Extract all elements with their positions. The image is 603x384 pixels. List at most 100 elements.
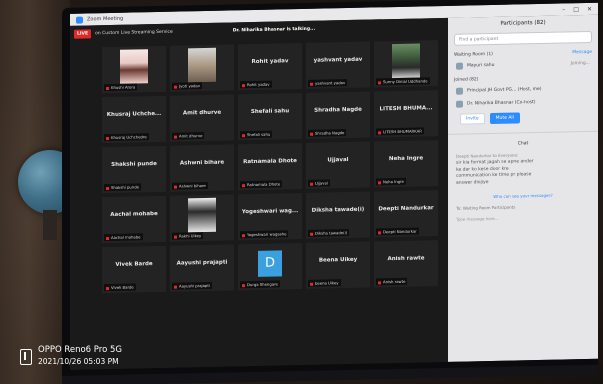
participant-tile-name: LITESH BHUMA...	[379, 105, 433, 113]
minimize-icon[interactable]: –	[562, 6, 565, 13]
participant-caption: Diksha tawade(i)	[308, 228, 350, 237]
participant-initial: D	[258, 250, 282, 277]
participant-tile[interactable]: Khushi Arora	[102, 45, 166, 94]
close-icon[interactable]: ✕	[587, 5, 592, 12]
window-controls[interactable]: – □ ✕	[562, 5, 592, 13]
participant-name: Dr. Niharika Bhasnar (Co-host)	[467, 100, 536, 107]
participant-video	[120, 49, 148, 84]
participant-caption: Khusraj Uchchedre	[104, 133, 149, 142]
chat-input[interactable]: Type message here...	[448, 212, 598, 224]
participant-caption: Yogeshwari wagashe	[240, 230, 289, 239]
invite-button[interactable]: Invite	[460, 113, 485, 125]
participant-tile[interactable]: Yogeshwari wag... Yogeshwari wagashe	[238, 192, 302, 241]
participant-caption: Shradha Nagde	[308, 129, 347, 137]
participant-tile[interactable]: Vivek Barde Vivek Barde	[102, 245, 166, 294]
participant-tile[interactable]: Aayushi prajapti Aayushi prajapti	[170, 244, 234, 292]
participant-tile[interactable]: Anish rawte Anish rawte	[374, 240, 438, 288]
camera-watermark-icon	[20, 349, 32, 365]
participant-tile[interactable]: Sunny Dinial Uddhande	[374, 40, 438, 88]
joined-label: Joined (82)	[454, 77, 479, 83]
participant-tile[interactable]: Beena Uikey beena Uikey	[306, 241, 370, 289]
waiting-participant-status: Joining...	[570, 60, 590, 67]
participant-tile-name: Ujjaval	[327, 156, 349, 164]
avatar	[456, 62, 463, 70]
participant-search[interactable]: Find a participant	[454, 30, 592, 46]
participant-tile-name: Neha Ingre	[388, 155, 424, 163]
participant-caption: Rakhi Uikey	[172, 232, 204, 240]
participant-video	[188, 197, 216, 233]
participant-caption: Ashwni bihare	[172, 181, 208, 190]
live-badge[interactable]: LIVE	[74, 28, 92, 39]
participant-caption: Amit dhurve	[172, 132, 205, 140]
participant-tile[interactable]: Ratnamala Dhote Ratnamala Dhote	[238, 142, 302, 191]
watermark-timestamp: 2021/10/26 05:03 PM	[38, 357, 119, 366]
participant-tile[interactable]: Shradha Nagde Shradha Nagde	[306, 91, 370, 139]
monitor-screen: Zoom Meeting – □ ✕ LIVE on Custom Live Str…	[70, 2, 598, 370]
participant-tile[interactable]: Amit dhurve Amit dhurve	[170, 94, 234, 142]
waiting-room-label: Waiting Room (1)	[454, 51, 493, 58]
avatar	[456, 87, 463, 95]
participant-tile[interactable]: LITESH BHUMA... LITESH BHUMARKAR	[374, 90, 438, 138]
participant-tile[interactable]: Deepti Nandurkar Deepti Nandurkar	[374, 190, 438, 238]
zoom-logo-icon	[76, 16, 83, 24]
participant-tile[interactable]: Diksha tawade(i) Diksha tawade(i)	[306, 191, 370, 239]
participant-caption: yashvant yadav	[308, 79, 348, 87]
participant-caption: Vivek Barde	[104, 283, 136, 292]
participant-tile-name: Amit dhurve	[182, 109, 222, 117]
waiting-participant-name: Mayuri sahu	[467, 62, 495, 69]
stream-service[interactable]: on Custom Live Streaming Service	[95, 29, 173, 36]
participant-tile[interactable]: Shakshi punde Shakshi punde	[102, 145, 166, 194]
participant-tile-name: Diksha tawade(i)	[311, 206, 365, 214]
participant-tile-name: Ratnamala Dhote	[243, 158, 297, 166]
participant-tile[interactable]: Shefali sahu Shefali sahu	[238, 92, 302, 141]
participant-video	[392, 43, 420, 79]
participants-panel: Participants (82) Find a participant Wai…	[448, 14, 598, 362]
participant-caption: Shefali sahu	[240, 130, 273, 139]
participant-tile-name: Ashwni bihare	[179, 159, 225, 167]
participant-caption: Aayushi prajapti	[172, 281, 212, 290]
participant-tile[interactable]: D Durga Shengare	[238, 242, 302, 291]
participant-tile-name: Shefali sahu	[250, 108, 290, 116]
participant-tile[interactable]: Khusraj Uchche... Khusraj Uchchedre	[102, 95, 166, 144]
participant-tile-name: Shradha Nagde	[314, 106, 362, 114]
window-title: Zoom Meeting	[87, 15, 124, 23]
participant-tile-name: Khusraj Uchche...	[106, 110, 162, 119]
talking-indicator: Dr. Niharika Bhasnar is talking...	[232, 26, 316, 33]
participant-caption: Khushi Arora	[104, 83, 138, 92]
participant-tile-name: Vivek Barde	[115, 261, 153, 268]
video-grid: Khushi Arora Jyoti yadav Rohit yadav Rohit …	[102, 40, 440, 294]
participant-tile-name: Anish rawte	[387, 255, 425, 263]
mute-all-button[interactable]: Mute All	[489, 112, 520, 125]
participant-tile[interactable]: Rohit yadav Rohit yadav	[238, 42, 302, 91]
avatar	[456, 100, 463, 108]
participant-tile-name: Shakshi punde	[111, 161, 157, 168]
participant-tile[interactable]: Rakhi Uikey	[170, 194, 234, 242]
participant-name: Principal JH Govt PG... (Host, me)	[467, 86, 542, 94]
participant-caption: Anish rawte	[376, 277, 408, 286]
maximize-icon[interactable]: □	[573, 6, 579, 13]
participant-tile[interactable]: Neha Ingre Neha Ingre	[374, 140, 438, 188]
participant-tile-name: Deepti Nandurkar	[378, 205, 434, 213]
participant-caption: Neha Ingre	[376, 177, 406, 186]
message-button[interactable]: Message	[572, 50, 592, 55]
participant-caption: Shakshi punde	[104, 183, 141, 192]
participant-caption: Deepti Nandurkar	[376, 227, 419, 236]
participant-caption: Ujjaval	[308, 179, 330, 187]
participant-tile[interactable]: Ashwni bihare Ashwni bihare	[170, 144, 234, 192]
participant-caption: Aachal mohabe	[104, 233, 143, 242]
participant-caption: Sunny Dinial Uddhande	[376, 77, 430, 86]
participant-caption: Ratnamala Dhote	[240, 180, 283, 189]
participant-caption: beena Uikey	[308, 279, 341, 287]
participant-tile[interactable]: Jyoti yadav	[170, 44, 234, 92]
participant-tile-name: Aachal mohabe	[110, 210, 158, 218]
participant-tile[interactable]: Ujjaval Ujjaval	[306, 141, 370, 189]
participant-caption: Jyoti yadav	[172, 82, 202, 90]
participant-actions: Invite Mute All	[448, 108, 598, 128]
chat-message: sir kia format jagah se apne ander ke da…	[456, 159, 534, 186]
participant-video	[188, 47, 216, 83]
participant-tile[interactable]: yashvant yadav yashvant yadav	[306, 41, 370, 89]
participants-title: Participants (82)	[500, 19, 546, 27]
participant-tile[interactable]: Aachal mohabe Aachal mohabe	[102, 195, 166, 244]
participant-tile-name: Aayushi prajapti	[176, 259, 228, 267]
participant-caption: LITESH BHUMARKAR	[376, 127, 424, 136]
